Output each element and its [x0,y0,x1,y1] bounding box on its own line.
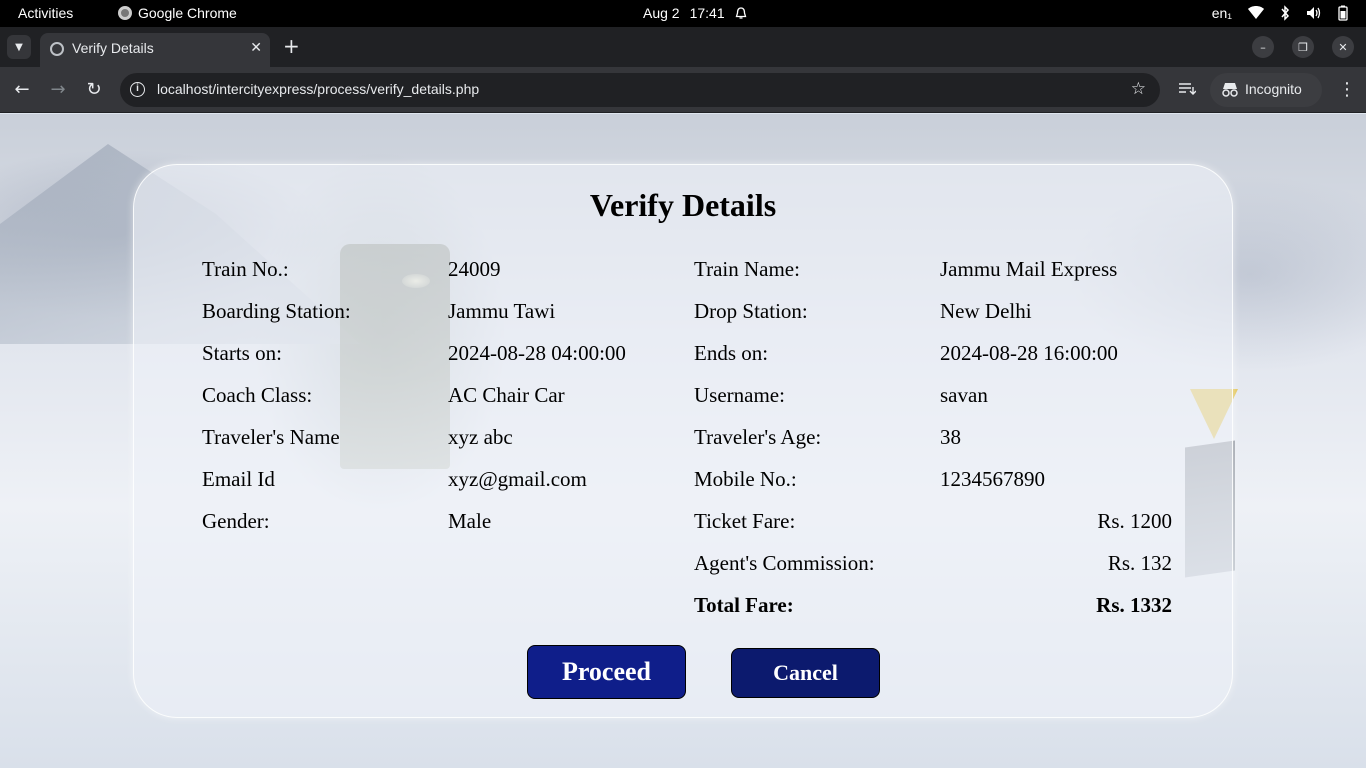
gender-value: Male [448,509,492,533]
incognito-label: Incognito [1245,81,1302,97]
new-tab-button[interactable]: + [283,36,300,56]
gender-label: Gender: [202,509,270,533]
app-menu[interactable]: Google Chrome [118,5,237,21]
drop-station-value: New Delhi [940,299,1032,323]
coach-class-label: Coach Class: [202,383,313,407]
starts-on-label: Starts on: [202,341,282,365]
page-background: Verify Details Train No.: 24009 Boarding… [0,114,1366,768]
system-tray[interactable]: en₁ [1212,5,1348,21]
system-top-bar: Activities Google Chrome Aug 2 17:41 en₁ [0,0,1366,27]
total-fare-value: Rs. 1332 [1096,593,1172,617]
restore-button[interactable]: ❐ [1292,36,1314,58]
traveler-name-label: Traveler's Name [202,425,340,449]
clock[interactable]: Aug 2 17:41 [643,5,747,21]
volume-icon [1307,7,1321,19]
ticket-fare-value: Rs. 1200 [1097,509,1172,533]
reload-button[interactable]: ↻ [83,79,105,101]
ticket-fare-label: Ticket Fare: [694,509,796,533]
incognito-badge[interactable]: Incognito [1210,73,1322,107]
boarding-station-value: Jammu Tawi [448,299,556,323]
close-window-button[interactable]: ✕ [1332,36,1354,58]
bluetooth-icon [1281,5,1290,21]
drop-station-label: Drop Station: [694,299,808,323]
chrome-icon [118,6,132,20]
traveler-age-label: Traveler's Age: [694,425,822,449]
media-controls-icon[interactable] [1178,82,1196,96]
coach-class-value: AC Chair Car [448,383,565,407]
username-value: savan [940,383,988,407]
page-title: Verify Details [589,187,777,223]
minimize-button[interactable]: – [1252,36,1274,58]
agent-commission-value: Rs. 132 [1107,551,1172,575]
date: Aug 2 [643,5,680,21]
chevron-down-icon: ▼ [15,41,23,53]
tab-title: Verify Details [72,40,154,56]
train-no-label: Train No.: [202,257,289,281]
mobile-value: 1234567890 [940,467,1045,491]
cancel-button[interactable]: Cancel [731,648,880,698]
tab-search-button[interactable]: ▼ [7,35,31,59]
total-fare-label: Total Fare: [694,593,794,617]
email-label: Email Id [202,467,275,491]
proceed-button[interactable]: Proceed [527,645,686,699]
boarding-station-label: Boarding Station: [202,299,351,323]
time: 17:41 [689,5,725,21]
browser-toolbar: ← → ↻ i localhost/intercityexpress/proce… [0,67,1366,113]
language-indicator[interactable]: en₁ [1212,5,1232,21]
ends-on-value: 2024-08-28 16:00:00 [940,341,1118,365]
traveler-age-value: 38 [940,425,961,449]
train-no-value: 24009 [448,257,501,281]
chrome-menu-icon[interactable]: ⋮ [1338,79,1356,100]
starts-on-value: 2024-08-28 04:00:00 [448,341,626,365]
app-name: Google Chrome [138,5,237,21]
activities-button[interactable]: Activities [18,5,73,21]
agent-commission-label: Agent's Commission: [694,551,875,575]
bookmark-star-icon[interactable]: ☆ [1131,79,1146,99]
close-tab-icon[interactable]: ✕ [250,39,262,56]
mobile-label: Mobile No.: [694,467,797,491]
verify-details-card: Verify Details Train No.: 24009 Boarding… [133,164,1233,718]
url-text[interactable]: localhost/intercityexpress/process/verif… [157,81,479,97]
ends-on-label: Ends on: [694,341,769,365]
username-label: Username: [694,383,785,407]
train-name-label: Train Name: [694,257,800,281]
bell-icon [735,6,747,19]
address-bar[interactable]: i localhost/intercityexpress/process/ver… [120,73,1160,107]
minimize-icon: – [1260,40,1266,54]
tab-strip: ▼ Verify Details ✕ + – ❐ ✕ [0,27,1366,67]
traveler-name-value: xyz abc [448,425,513,449]
back-button[interactable]: ← [11,79,33,101]
tab-verify-details[interactable]: Verify Details ✕ [40,33,270,67]
incognito-icon [1222,83,1238,97]
forward-button[interactable]: → [47,79,69,101]
email-value: xyz@gmail.com [448,467,587,491]
globe-icon [50,42,64,56]
restore-icon: ❐ [1298,40,1308,54]
close-icon: ✕ [1338,40,1348,54]
battery-icon [1338,5,1348,21]
train-name-value: Jammu Mail Express [940,257,1118,281]
site-info-icon[interactable]: i [130,82,145,97]
wifi-icon [1248,6,1264,19]
